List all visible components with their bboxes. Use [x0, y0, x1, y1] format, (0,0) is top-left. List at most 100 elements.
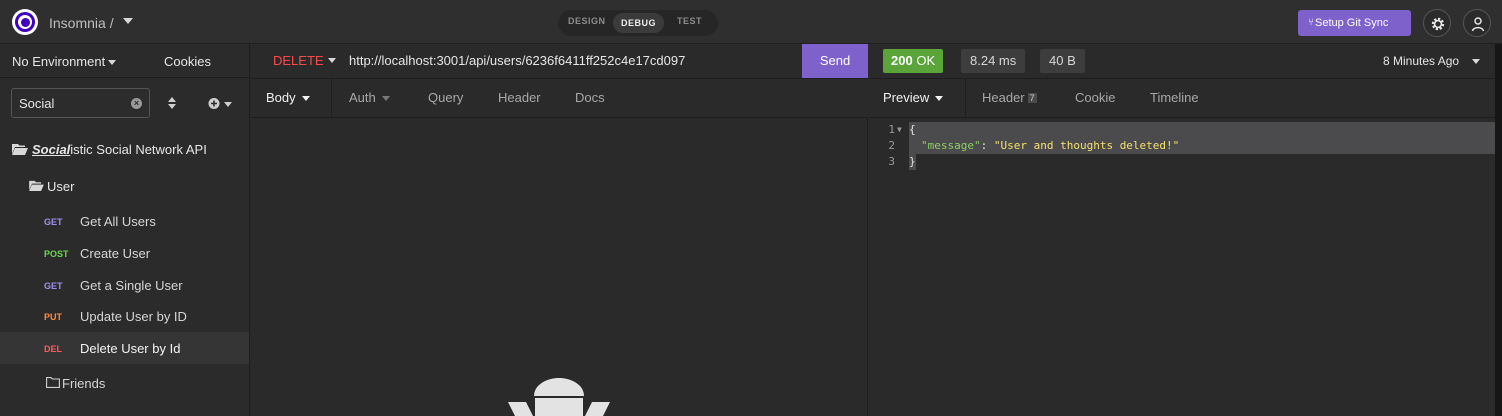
code-line: 2 "message": "User and thoughts deleted!… — [869, 138, 1495, 154]
code-text: "message": "User and thoughts deleted!" — [921, 138, 1179, 154]
tab-auth[interactable]: Auth — [349, 79, 390, 117]
filter-input[interactable] — [19, 95, 129, 111]
chevron-down-icon[interactable] — [123, 18, 133, 24]
tab-body[interactable]: Body — [250, 79, 332, 117]
request-name: Get a Single User — [80, 278, 183, 293]
status-text: OK — [916, 53, 936, 68]
tab-label: Auth — [349, 90, 376, 105]
empty-state-illustration-icon — [508, 378, 610, 416]
folder-open-icon — [29, 180, 44, 191]
tab-header[interactable]: Header — [498, 79, 541, 117]
tab-label: Header — [982, 90, 1025, 105]
folder-user[interactable]: User — [0, 170, 249, 202]
mode-switcher: DESIGN DEBUG TEST — [558, 10, 718, 36]
tab-label: Body — [266, 90, 296, 105]
json-separator: : — [980, 139, 994, 152]
request-name: Update User by ID — [80, 309, 187, 324]
method-badge: POST — [44, 249, 69, 259]
url-bar: DELETE http://localhost:3001/api/users/6… — [250, 44, 868, 79]
tab-response-header[interactable]: Header 7 — [982, 79, 1037, 117]
insomnia-logo-icon[interactable] — [12, 9, 38, 35]
chevron-down-icon — [381, 96, 390, 102]
user-icon — [1471, 17, 1485, 32]
method-badge: GET — [44, 281, 63, 291]
add-icon[interactable] — [208, 97, 234, 110]
request-name: Get All Users — [80, 214, 156, 229]
line-number: 2 — [888, 139, 895, 152]
json-value: "User and thoughts deleted!" — [993, 139, 1180, 152]
response-tabs: Preview Header 7 Cookie Timeline — [869, 79, 1495, 118]
clear-filter-icon[interactable]: × — [131, 98, 142, 109]
chevron-down-icon[interactable] — [108, 60, 116, 65]
line-number: 3 — [888, 155, 895, 168]
header-count-badge: 7 — [1027, 93, 1037, 103]
cookies-button[interactable]: Cookies — [164, 54, 211, 69]
method-badge: PUT — [44, 312, 62, 322]
json-key: "message" — [921, 139, 981, 152]
tab-label: Preview — [883, 90, 930, 105]
status-badge: 200 OK — [883, 49, 944, 73]
git-branch-icon: ⑂ — [1308, 17, 1314, 28]
request-tabs: Body Auth Query Header Docs — [250, 79, 868, 118]
window-edge — [1495, 44, 1502, 416]
response-history-selector[interactable]: 8 Minutes Ago — [1383, 54, 1459, 68]
git-sync-label: Setup Git Sync — [1315, 17, 1389, 29]
send-button[interactable]: Send — [802, 44, 868, 78]
mode-debug[interactable]: DEBUG — [613, 13, 665, 33]
chevron-down-icon[interactable] — [328, 58, 336, 63]
tab-preview[interactable]: Preview — [869, 79, 966, 117]
app-title[interactable]: Insomnia / — [49, 15, 114, 31]
request-body-panel — [250, 118, 868, 416]
folder-icon — [46, 377, 60, 388]
mode-test[interactable]: TEST — [677, 16, 702, 26]
request-name: Delete User by Id — [80, 341, 181, 356]
request-item-active[interactable]: DEL Delete User by Id — [0, 332, 249, 364]
response-size: 40 B — [1040, 49, 1085, 73]
code-text: { — [909, 123, 916, 136]
request-item[interactable]: GET Get a Single User — [0, 269, 249, 301]
tab-query[interactable]: Query — [428, 79, 463, 117]
tab-docs[interactable]: Docs — [575, 79, 605, 117]
chevron-down-icon — [301, 96, 310, 102]
request-item[interactable]: GET Get All Users — [0, 205, 249, 237]
settings-button[interactable] — [1423, 9, 1451, 37]
method-selector[interactable]: DELETE — [273, 53, 324, 68]
url-input[interactable]: http://localhost:3001/api/users/6236f641… — [349, 53, 685, 68]
mode-design[interactable]: DESIGN — [568, 16, 606, 26]
request-item[interactable]: POST Create User — [0, 237, 249, 269]
code-line: 1 ▼ { — [869, 122, 1495, 138]
response-status-bar: 200 OK 8.24 ms 40 B 8 Minutes Ago — [869, 44, 1495, 79]
chevron-down-icon[interactable] — [1472, 59, 1480, 64]
method-badge: GET — [44, 217, 63, 227]
collection-name: Socialistic Social Network API — [32, 142, 207, 157]
code-line: 3 } — [869, 154, 1495, 170]
chevron-down-icon — [935, 96, 944, 102]
code-text: } — [909, 155, 916, 168]
status-code: 200 — [891, 53, 913, 68]
code-viewer[interactable]: 1 ▼ { 2 "message": "User and thoughts de… — [869, 122, 1495, 170]
sidebar: No Environment Cookies × Socialistic Soc… — [0, 44, 250, 416]
divider — [0, 77, 250, 78]
account-button[interactable] — [1463, 9, 1491, 37]
tab-cookie[interactable]: Cookie — [1075, 79, 1115, 117]
folder-friends[interactable]: Friends — [0, 367, 249, 399]
collection-name-match: Social — [32, 142, 71, 157]
collection-row[interactable]: Socialistic Social Network API — [0, 133, 249, 165]
sort-icon[interactable] — [168, 97, 176, 109]
response-time: 8.24 ms — [961, 49, 1026, 73]
request-item[interactable]: PUT Update User by ID — [0, 300, 249, 332]
environment-selector[interactable]: No Environment — [12, 54, 105, 69]
folder-name: User — [47, 179, 75, 194]
request-name: Create User — [80, 246, 151, 261]
response-preview: 1 ▼ { 2 "message": "User and thoughts de… — [869, 118, 1495, 416]
fold-arrow-icon[interactable]: ▼ — [897, 122, 902, 138]
collection-name-rest: istic Social Network API — [70, 142, 207, 157]
line-number: 1 — [888, 123, 895, 136]
setup-git-sync-button[interactable]: ⑂ Setup Git Sync — [1298, 10, 1411, 36]
sidebar-filter: × — [11, 88, 150, 118]
folder-name: Friends — [62, 376, 106, 391]
tab-timeline[interactable]: Timeline — [1150, 79, 1199, 117]
top-bar: Insomnia / DESIGN DEBUG TEST ⑂ Setup Git… — [0, 0, 1502, 44]
folder-open-icon — [12, 144, 28, 155]
gear-icon — [1431, 17, 1445, 31]
